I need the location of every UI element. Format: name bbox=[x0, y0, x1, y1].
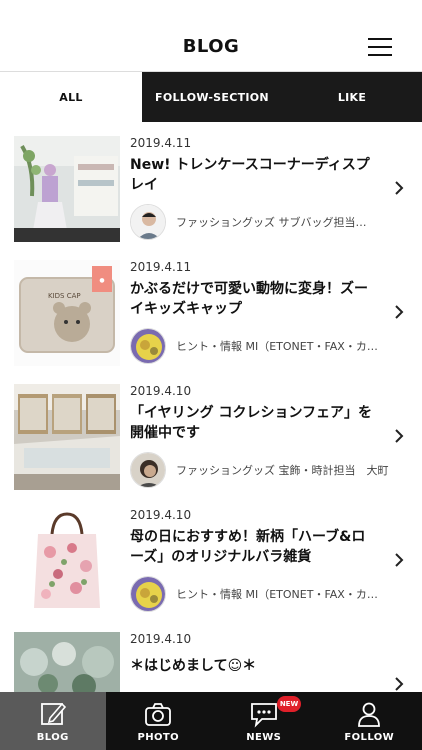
author-avatar bbox=[130, 576, 166, 612]
post-date: 2019.4.10 bbox=[130, 632, 192, 646]
post-author: ファッショングッズ サブバッグ担当… bbox=[176, 216, 367, 229]
thumb-text: KIDS CAP bbox=[48, 292, 81, 300]
nav-follow[interactable]: FOLLOW bbox=[317, 692, 422, 750]
nav-label: FOLLOW bbox=[344, 732, 395, 743]
news-chat-icon bbox=[250, 703, 277, 728]
post-date: 2019.4.10 bbox=[130, 384, 192, 398]
blog-post-list: 2019.4.11 New! トレンケースコーナーディスプレイ ファッショングッ… bbox=[0, 122, 422, 692]
edit-icon bbox=[40, 702, 66, 725]
post-date: 2019.4.11 bbox=[130, 260, 192, 274]
new-badge: NEW bbox=[277, 696, 301, 712]
post-title[interactable]: 母の日におすすめ！新柄「ハーブ&ローズ」のオリジナルバラ雑貨 bbox=[130, 527, 378, 567]
header-bar: BLOG bbox=[0, 0, 422, 72]
tab-follow-section[interactable]: FOLLOW-SECTION bbox=[142, 72, 282, 122]
svg-text:●: ● bbox=[99, 277, 104, 284]
blog-post-item[interactable]: 2019.4.10 ＊はじめまして☺＊ bbox=[0, 618, 422, 692]
nav-label: PHOTO bbox=[137, 732, 180, 743]
chevron-right-icon bbox=[395, 305, 404, 319]
post-thumbnail bbox=[14, 632, 120, 692]
chevron-right-icon bbox=[395, 429, 404, 443]
post-thumbnail bbox=[14, 136, 120, 242]
page-title: BLOG bbox=[182, 36, 240, 57]
blog-post-item[interactable]: 2019.4.10 母の日におすすめ！新柄「ハーブ&ローズ」のオリジナルバラ雑貨… bbox=[0, 494, 422, 618]
nav-news[interactable]: NEW NEWS bbox=[211, 692, 317, 750]
tab-all[interactable]: ALL bbox=[0, 72, 142, 122]
post-title[interactable]: かぶるだけで可愛い動物に変身！ズーイキッズキャップ bbox=[130, 279, 378, 319]
author-avatar bbox=[130, 328, 166, 364]
nav-photo[interactable]: PHOTO bbox=[106, 692, 212, 750]
blog-post-item[interactable]: 2019.4.11 New! トレンケースコーナーディスプレイ ファッショングッ… bbox=[0, 122, 422, 246]
post-date: 2019.4.11 bbox=[130, 136, 192, 150]
post-thumbnail: ● KIDS CAP bbox=[14, 260, 120, 366]
post-author: ヒント・情報 MI（ETONET・FAX・カ… bbox=[176, 340, 378, 353]
bottom-navigation: BLOG PHOTO NEW NEWS FOLLOW bbox=[0, 692, 422, 750]
post-author: ファッショングッズ 宝飾・時計担当 大町 bbox=[176, 464, 389, 477]
person-icon bbox=[358, 702, 381, 727]
author-avatar bbox=[130, 204, 166, 240]
post-title[interactable]: ＊はじめまして☺＊ bbox=[130, 656, 378, 676]
tab-bar: ALL FOLLOW-SECTION LIKE bbox=[0, 72, 422, 122]
post-thumbnail bbox=[14, 384, 120, 490]
tab-like[interactable]: LIKE bbox=[282, 72, 422, 122]
post-date: 2019.4.10 bbox=[130, 508, 192, 522]
nav-label: NEWS bbox=[246, 732, 282, 743]
chevron-right-icon bbox=[395, 553, 404, 567]
nav-label: BLOG bbox=[36, 732, 69, 743]
post-thumbnail bbox=[14, 508, 120, 614]
camera-icon bbox=[145, 703, 172, 726]
blog-post-item[interactable]: ● KIDS CAP 2019.4.11 かぶるだけで可愛い動物に変身！ズーイキ… bbox=[0, 246, 422, 370]
chevron-right-icon bbox=[395, 181, 404, 195]
post-author: ヒント・情報 MI（ETONET・FAX・カ… bbox=[176, 588, 378, 601]
hamburger-menu-icon[interactable] bbox=[368, 38, 392, 56]
nav-blog[interactable]: BLOG bbox=[0, 692, 106, 750]
author-avatar bbox=[130, 452, 166, 488]
blog-post-item[interactable]: 2019.4.10 「イヤリング コクレションフェア」を開催中です ファッション… bbox=[0, 370, 422, 494]
chevron-right-icon bbox=[395, 677, 404, 691]
post-title[interactable]: New! トレンケースコーナーディスプレイ bbox=[130, 155, 378, 195]
post-title[interactable]: 「イヤリング コクレションフェア」を開催中です bbox=[130, 403, 378, 443]
